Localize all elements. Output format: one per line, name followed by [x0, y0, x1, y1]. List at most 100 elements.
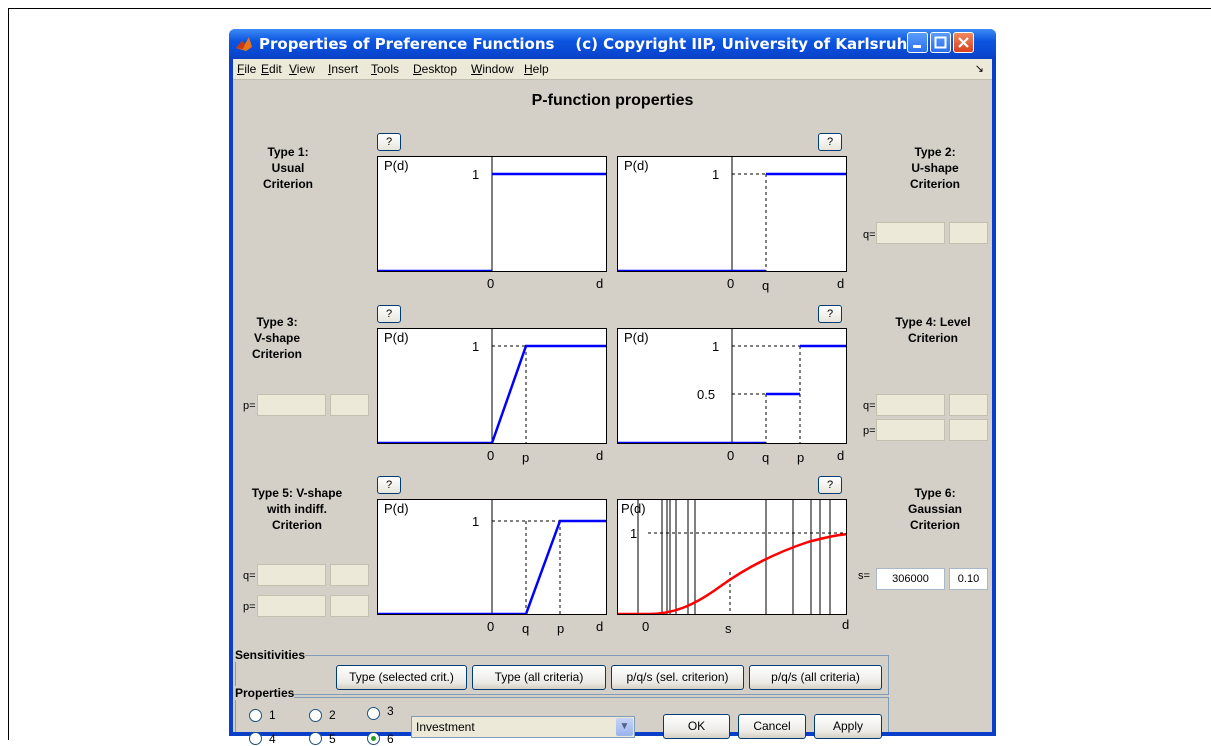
menu-insert[interactable]: Insert: [328, 62, 358, 76]
criterion-select[interactable]: Investment ▼: [411, 716, 635, 738]
type4-q-field[interactable]: [876, 394, 945, 416]
x-tick-p: p: [797, 450, 805, 465]
plot-ylabel: P(d): [384, 158, 409, 173]
x-tick-0: 0: [487, 619, 495, 634]
close-button[interactable]: [953, 32, 974, 53]
type6-s-field-2[interactable]: 0.10: [949, 568, 988, 590]
x-tick-d: d: [837, 448, 845, 463]
plot-type4: P(d) 1 0.5: [617, 328, 847, 444]
type3-p-field-2[interactable]: [330, 394, 369, 416]
minimize-button[interactable]: [907, 32, 928, 53]
radio-label-6: 6: [387, 732, 394, 746]
plot-type2: P(d) 1: [617, 156, 847, 272]
type3-p-field[interactable]: [257, 394, 326, 416]
plot-tick-1: 1: [472, 339, 479, 354]
type5-p-field[interactable]: [257, 595, 326, 617]
plot-tick-1: 1: [712, 167, 719, 182]
radio-type-4[interactable]: [249, 732, 262, 745]
plot-type2-graph: P(d) 1: [618, 157, 846, 271]
maximize-button[interactable]: [930, 32, 951, 53]
sens-type-all-button[interactable]: Type (all criteria): [472, 665, 606, 690]
menu-desktop[interactable]: Desktop: [413, 62, 457, 76]
sens-pqs-selected-button[interactable]: p/q/s (sel. criterion): [611, 665, 744, 690]
p-label: p=: [243, 601, 256, 613]
plot-type5-graph: P(d) 1: [378, 500, 606, 614]
chevron-down-icon[interactable]: ▼: [616, 718, 633, 736]
plot-ylabel: P(d): [384, 330, 409, 345]
menu-file[interactable]: File: [237, 62, 256, 76]
client-area: File Edit View Insert Tools Desktop Wind…: [233, 59, 992, 746]
type4-q-field-2[interactable]: [949, 394, 988, 416]
q-label: q=: [863, 229, 876, 241]
x-tick-0: 0: [642, 619, 650, 634]
window-title: Properties of Preference Functions (c) C…: [259, 35, 918, 53]
help-button-type6[interactable]: ?: [818, 476, 842, 494]
type5-label: Type 5: V-shape with indiff. Criterion: [251, 486, 343, 532]
type5-q-field-2[interactable]: [330, 564, 369, 586]
help-button-type4[interactable]: ?: [818, 305, 842, 323]
menu-tools[interactable]: Tools: [371, 62, 399, 76]
type6-label: Type 6: Gaussian Criterion: [907, 486, 963, 532]
plot-tick-0-5: 0.5: [697, 387, 715, 402]
x-tick-q: q: [762, 278, 770, 293]
x-tick-0: 0: [487, 276, 495, 291]
menu-edit[interactable]: Edit: [261, 62, 282, 76]
type5-q-field[interactable]: [257, 564, 326, 586]
radio-label-2: 2: [329, 708, 336, 722]
plot-tick-1: 1: [472, 167, 479, 182]
type5-p-field-2[interactable]: [330, 595, 369, 617]
radio-type-1[interactable]: [249, 709, 262, 722]
radio-type-5[interactable]: [309, 732, 322, 745]
plot-ylabel: P(d): [624, 158, 649, 173]
properties-title: Properties: [235, 686, 295, 700]
menu-bar: File Edit View Insert Tools Desktop Wind…: [233, 59, 992, 80]
help-button-type3[interactable]: ?: [377, 305, 401, 323]
type4-p-field[interactable]: [876, 419, 945, 441]
menu-view[interactable]: View: [289, 62, 315, 76]
type2-q-field-2[interactable]: [949, 222, 988, 244]
p-label: p=: [863, 425, 876, 437]
sens-type-selected-button[interactable]: Type (selected crit.): [336, 665, 467, 690]
menu-window[interactable]: Window: [471, 62, 514, 76]
x-tick-p: p: [522, 450, 530, 465]
menu-help[interactable]: Help: [524, 62, 549, 76]
x-tick-d: d: [596, 619, 604, 634]
radio-type-3[interactable]: [367, 707, 380, 720]
x-tick-0: 0: [727, 276, 735, 291]
radio-type-2[interactable]: [309, 709, 322, 722]
close-icon: [958, 37, 969, 48]
plot-type6: P(d) 1: [617, 499, 847, 615]
dock-arrow-icon[interactable]: ↘: [975, 62, 984, 75]
sensitivities-title: Sensitivities: [235, 648, 306, 662]
plot-type4-graph: P(d) 1 0.5: [618, 329, 846, 443]
type6-s-field[interactable]: 306000: [876, 568, 945, 590]
type1-label: Type 1: Usual Criterion: [262, 145, 313, 191]
title-bar: Properties of Preference Functions (c) C…: [229, 29, 996, 59]
type2-q-field[interactable]: [876, 222, 945, 244]
plot-type1: P(d) 1: [377, 156, 607, 272]
help-button-type5[interactable]: ?: [377, 476, 401, 494]
type3-label: Type 3: V-shape Criterion: [251, 315, 302, 361]
x-tick-q: q: [762, 450, 770, 465]
cancel-button[interactable]: Cancel: [738, 714, 806, 739]
criterion-select-value: Investment: [416, 720, 475, 734]
radio-type-6[interactable]: [367, 732, 380, 745]
radio-label-1: 1: [269, 708, 276, 722]
radio-label-5: 5: [329, 732, 336, 746]
x-tick-0: 0: [487, 448, 495, 463]
plot-type3-graph: P(d) 1: [378, 329, 606, 443]
ok-button[interactable]: OK: [663, 714, 730, 739]
help-button-type1[interactable]: ?: [377, 133, 401, 151]
plot-ylabel: P(d): [621, 501, 646, 516]
maximize-icon: [934, 36, 947, 49]
plot-type6-graph: P(d) 1: [618, 500, 846, 614]
type4-p-field-2[interactable]: [949, 419, 988, 441]
properties-window: Properties of Preference Functions (c) C…: [229, 29, 996, 746]
apply-button[interactable]: Apply: [814, 714, 882, 739]
plot-ylabel: P(d): [384, 501, 409, 516]
x-tick-p: p: [557, 621, 565, 636]
sens-pqs-all-button[interactable]: p/q/s (all criteria): [749, 665, 882, 690]
x-tick-s: s: [725, 621, 732, 636]
plot-ylabel: P(d): [624, 330, 649, 345]
help-button-type2[interactable]: ?: [818, 133, 842, 151]
